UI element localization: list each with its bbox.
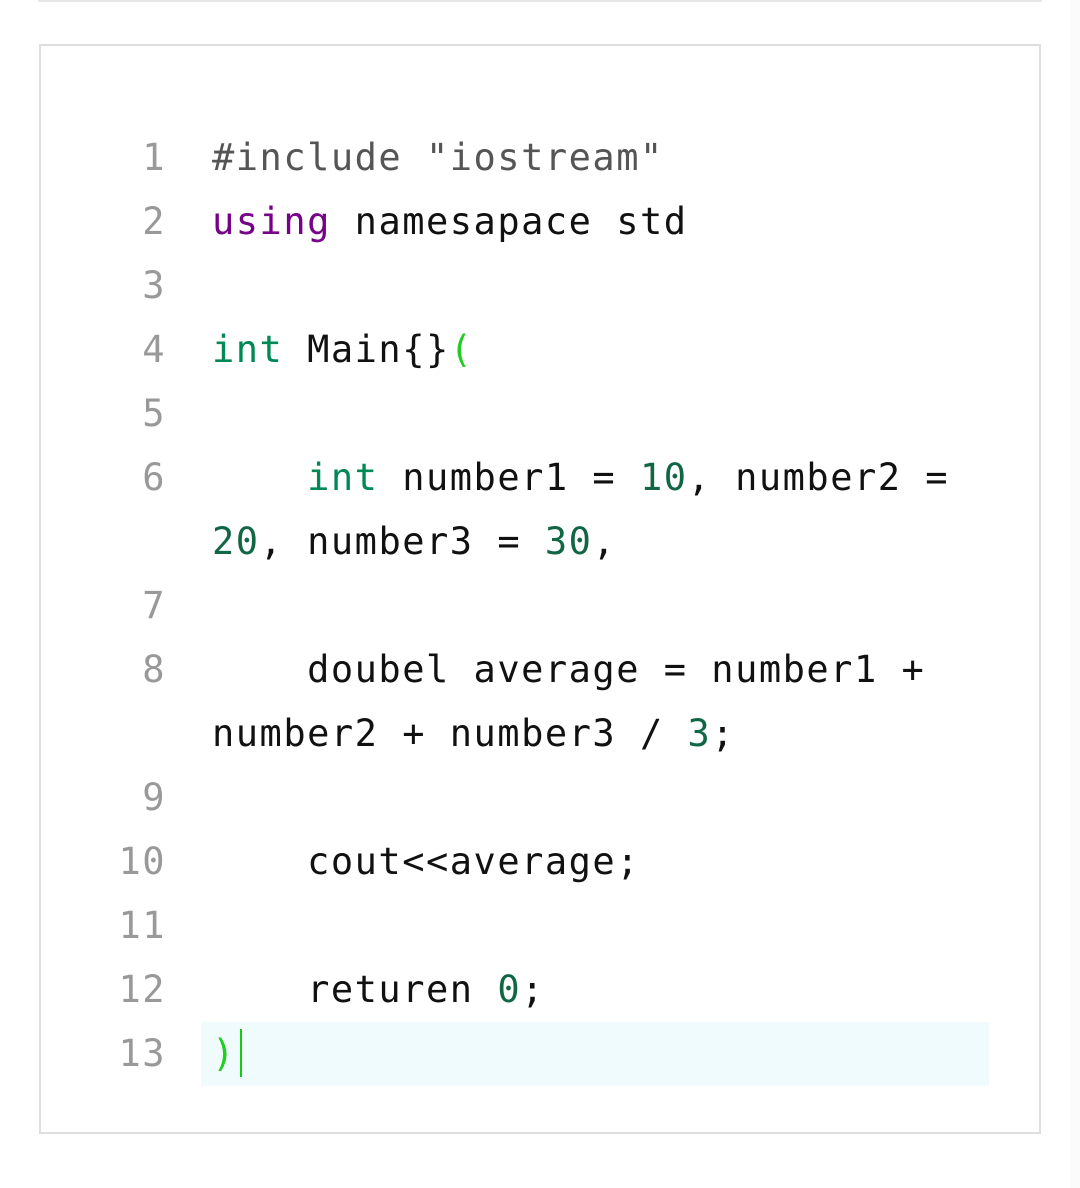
token-number: 3: [687, 712, 712, 755]
code-line[interactable]: 6 int number1 = 10, number2 = 20, number…: [41, 446, 1039, 574]
token-plain: cout<<average;: [212, 840, 640, 883]
line-content[interactable]: using namesapace std: [212, 190, 972, 254]
token-plain: namesapace std: [330, 200, 688, 243]
token-bracket: (: [449, 328, 474, 371]
code-editor[interactable]: 1 #include "iostream" 2 using namesapace st…: [39, 44, 1041, 1134]
token-plain: number1 =: [378, 456, 640, 499]
token-plain: ;: [711, 712, 736, 755]
line-content[interactable]: ): [212, 1022, 972, 1086]
line-content[interactable]: #include "iostream": [212, 126, 972, 190]
token-bracket: ): [212, 1032, 236, 1075]
line-number: 8: [142, 648, 166, 691]
top-divider: [38, 0, 1042, 2]
token-plain: ,: [592, 520, 617, 563]
token-plain: , number2 =: [687, 456, 973, 499]
token-number: 10: [639, 456, 688, 499]
token-number: 0: [497, 968, 522, 1011]
line-content[interactable]: ​: [212, 894, 972, 958]
code-line[interactable]: 12 returen 0;: [41, 958, 1039, 1022]
code-line[interactable]: 13): [41, 1022, 1039, 1086]
code-line[interactable]: 9​: [41, 766, 1039, 830]
line-number: 2: [142, 200, 166, 243]
line-number: 9: [142, 776, 166, 819]
code-line[interactable]: 10 cout<<average;: [41, 830, 1039, 894]
line-content[interactable]: ​: [212, 574, 972, 638]
line-number: 1: [142, 136, 166, 179]
line-number: 4: [142, 328, 166, 371]
token-plain: Main{}: [283, 328, 450, 371]
line-content[interactable]: cout<<average;: [212, 830, 972, 894]
page-scrollbar-track[interactable]: [1070, 0, 1080, 1188]
token-keyword: using: [212, 200, 331, 243]
line-content[interactable]: ​: [212, 382, 972, 446]
token-number: 20: [212, 520, 260, 563]
code-line[interactable]: 7​: [41, 574, 1039, 638]
line-number: 5: [142, 392, 166, 435]
token-type: int: [212, 328, 284, 371]
line-content[interactable]: ​: [212, 254, 972, 318]
line-content[interactable]: ​: [212, 766, 972, 830]
token-plain: , number3 =: [259, 520, 545, 563]
code-line[interactable]: 8 doubel average = number1 + number2 + n…: [41, 638, 1039, 766]
code-line[interactable]: 4 int Main{}(: [41, 318, 1039, 382]
line-number: 7: [142, 584, 166, 627]
line-content[interactable]: int number1 = 10, number2 = 20, number3 …: [212, 446, 972, 574]
token-number: 30: [544, 520, 593, 563]
token-plain: returen: [212, 968, 498, 1011]
code-line[interactable]: 11 ​: [41, 894, 1039, 958]
line-content[interactable]: doubel average = number1 + number2 + num…: [212, 638, 972, 766]
line-number: 10: [118, 840, 166, 883]
token-meta: #include "iostream": [212, 136, 664, 179]
code-line[interactable]: 5​: [41, 382, 1039, 446]
token-plain: doubel average = number1 + number2 + num…: [212, 648, 950, 755]
text-cursor: [239, 1028, 242, 1077]
line-number: 3: [142, 264, 166, 307]
line-number: 13: [118, 1032, 166, 1075]
line-number: 6: [142, 456, 166, 499]
code-line[interactable]: 1 #include "iostream": [41, 126, 1039, 190]
line-number: 11: [118, 904, 166, 947]
token-type: int: [307, 456, 379, 499]
line-content[interactable]: returen 0;: [212, 958, 972, 1022]
token-plain: ;: [521, 968, 545, 1011]
code-lines[interactable]: 1 #include "iostream" 2 using namesapace st…: [41, 126, 1039, 1086]
code-line[interactable]: 2 using namesapace std: [41, 190, 1039, 254]
line-number: 12: [118, 968, 166, 1011]
line-content[interactable]: int Main{}(: [212, 318, 972, 382]
code-line[interactable]: 3​: [41, 254, 1039, 318]
